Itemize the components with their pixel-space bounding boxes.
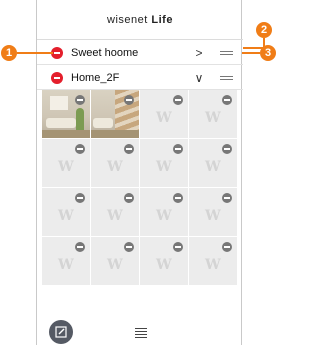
wisenet-placeholder-icon: W [156,208,172,224]
wisenet-placeholder-icon: W [58,257,74,273]
wisenet-placeholder-icon: W [107,257,123,273]
callout-3-line [242,52,260,54]
group-row-sweet-hoome[interactable]: Sweet hoome > [37,41,243,65]
camera-tile[interactable] [91,90,139,138]
remove-camera-icon[interactable] [75,242,85,252]
wisenet-placeholder-icon: W [107,159,123,175]
camera-grid: W W W W W W W W W W W W W W [42,90,238,286]
bottom-toolbar [37,318,243,345]
drag-handle-icon[interactable] [220,49,233,57]
camera-tile[interactable] [42,90,90,138]
chevron-right-icon[interactable]: > [192,46,206,60]
wisenet-placeholder-icon: W [58,159,74,175]
empty-tile[interactable]: W [140,188,188,236]
wisenet-placeholder-icon: W [156,110,172,126]
group-row-home-2f[interactable]: Home_2F ∨ [37,66,243,90]
delete-group-icon[interactable] [51,71,63,84]
callout-1-line [17,52,53,54]
callout-2: 2 [256,22,272,38]
empty-tile[interactable]: W [140,237,188,285]
wisenet-placeholder-icon: W [156,257,172,273]
remove-camera-icon[interactable] [124,144,134,154]
empty-tile[interactable]: W [189,139,237,187]
edit-button[interactable] [49,320,73,344]
remove-camera-icon[interactable] [222,144,232,154]
title-bar: wisenet Life [37,0,243,40]
wisenet-placeholder-icon: W [156,159,172,175]
remove-camera-icon[interactable] [222,242,232,252]
app-screen: wisenet Life Sweet hoome > Home_2F ∨ W W… [36,0,243,345]
wisenet-placeholder-icon: W [205,208,221,224]
edit-icon [55,326,67,338]
empty-tile[interactable]: W [91,188,139,236]
wisenet-placeholder-icon: W [205,257,221,273]
empty-tile[interactable]: W [91,237,139,285]
remove-camera-icon[interactable] [75,144,85,154]
chevron-down-icon[interactable]: ∨ [192,71,206,85]
callout-3: 3 [260,45,276,61]
wisenet-placeholder-icon: W [58,208,74,224]
empty-tile[interactable]: W [189,188,237,236]
app-logo: wisenet Life [107,13,173,26]
callout-1: 1 [1,45,17,61]
wisenet-placeholder-icon: W [205,110,221,126]
empty-tile[interactable]: W [42,139,90,187]
drag-handle-icon[interactable] [220,74,233,82]
remove-camera-icon[interactable] [75,193,85,203]
empty-tile[interactable]: W [140,90,188,138]
empty-tile[interactable]: W [189,90,237,138]
remove-camera-icon[interactable] [173,242,183,252]
group-name: Home_2F [71,71,120,84]
empty-tile[interactable]: W [91,139,139,187]
empty-tile[interactable]: W [140,139,188,187]
empty-tile[interactable]: W [189,237,237,285]
wisenet-placeholder-icon: W [107,208,123,224]
wisenet-placeholder-icon: W [205,159,221,175]
remove-camera-icon[interactable] [173,193,183,203]
empty-tile[interactable]: W [42,188,90,236]
remove-camera-icon[interactable] [173,95,183,105]
remove-camera-icon[interactable] [124,193,134,203]
remove-camera-icon[interactable] [173,144,183,154]
remove-camera-icon[interactable] [75,95,85,105]
remove-camera-icon[interactable] [124,95,134,105]
remove-camera-icon[interactable] [222,193,232,203]
empty-tile[interactable]: W [42,237,90,285]
list-icon[interactable] [135,326,147,340]
remove-camera-icon[interactable] [124,242,134,252]
group-name: Sweet hoome [71,46,139,59]
remove-camera-icon[interactable] [222,95,232,105]
